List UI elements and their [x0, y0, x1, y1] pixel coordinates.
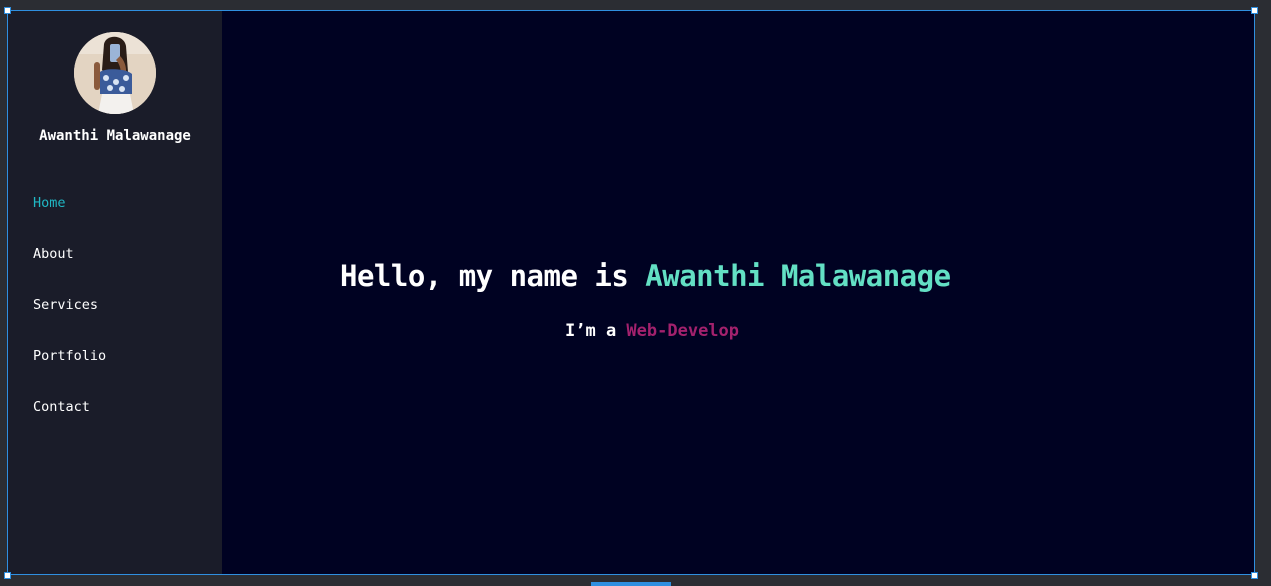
hero-name: Awanthi Malawanage [645, 259, 951, 293]
nav-item-services[interactable]: Services [33, 295, 106, 346]
resize-handle-top-right[interactable] [1251, 7, 1258, 14]
profile-photo [74, 32, 156, 114]
hero-subline: I’m a Web-Develop [565, 321, 739, 341]
nav-item-contact[interactable]: Contact [33, 397, 106, 448]
resize-handle-bottom-right[interactable] [1251, 572, 1258, 579]
hero-role-prefix: I’m a [565, 321, 627, 341]
resize-handle-bottom-left[interactable] [4, 572, 11, 579]
profile-name: Awanthi Malawanage [39, 128, 191, 144]
selected-frame[interactable]: Awanthi Malawanage Home About Services P… [7, 10, 1255, 575]
nav-item-home[interactable]: Home [33, 193, 106, 244]
hero-headline: Hello, my name is Awanthi Malawanage [340, 259, 951, 293]
nav-menu: Home About Services Portfolio Contact [33, 193, 106, 448]
hero-role: Web-Develop [626, 321, 740, 341]
editor-canvas: Awanthi Malawanage Home About Services P… [0, 0, 1271, 586]
nav-item-about[interactable]: About [33, 244, 106, 295]
hero-section: Hello, my name is Awanthi Malawanage I’m… [222, 11, 1254, 574]
avatar [74, 32, 156, 114]
resize-handle-top-left[interactable] [4, 7, 11, 14]
nav-item-portfolio[interactable]: Portfolio [33, 346, 106, 397]
bottom-resize-tab[interactable] [591, 582, 671, 586]
sidebar: Awanthi Malawanage Home About Services P… [8, 11, 222, 574]
hero-greeting: Hello, my name is [340, 259, 646, 293]
